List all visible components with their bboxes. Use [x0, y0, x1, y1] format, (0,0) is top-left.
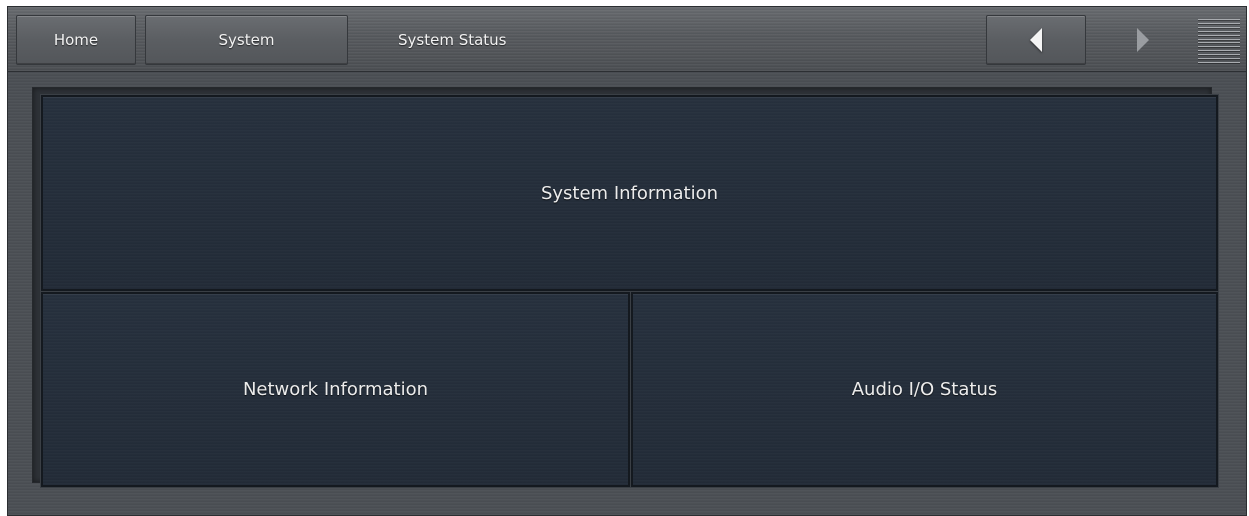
- system-information-label: System Information: [540, 182, 719, 204]
- system-button[interactable]: System: [145, 15, 348, 65]
- menu-line: [1198, 19, 1240, 20]
- menu-line: [1198, 30, 1240, 32]
- menu-line: [1198, 54, 1240, 56]
- system-information-tile[interactable]: System Information: [41, 95, 1218, 291]
- menu-button[interactable]: [1198, 19, 1240, 63]
- page-title: System Status: [398, 31, 507, 49]
- chevron-left-icon: [1030, 28, 1042, 52]
- menu-line: [1198, 50, 1240, 52]
- top-bar: Home System System Status: [8, 7, 1246, 72]
- previous-button[interactable]: [986, 15, 1086, 65]
- next-button[interactable]: [1098, 15, 1188, 65]
- menu-line: [1198, 46, 1240, 48]
- network-information-tile[interactable]: Network Information: [41, 292, 630, 487]
- menu-line: [1198, 34, 1240, 36]
- audio-io-status-label: Audio I/O Status: [851, 379, 998, 400]
- menu-line: [1198, 42, 1240, 44]
- menu-line: [1198, 58, 1240, 60]
- menu-line: [1198, 38, 1240, 40]
- home-button[interactable]: Home: [16, 15, 136, 65]
- menu-line: [1198, 26, 1240, 28]
- network-information-label: Network Information: [242, 379, 429, 400]
- menu-line: [1198, 61, 1240, 63]
- audio-io-status-tile[interactable]: Audio I/O Status: [631, 292, 1218, 487]
- menu-line: [1198, 22, 1240, 24]
- chevron-right-icon: [1137, 28, 1149, 52]
